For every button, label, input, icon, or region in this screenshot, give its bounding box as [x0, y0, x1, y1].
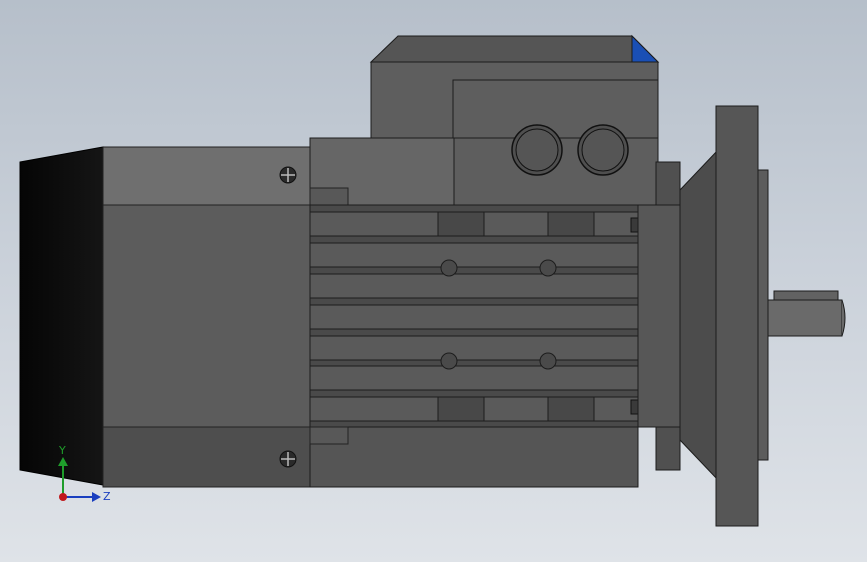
output-shaft: [767, 299, 843, 337]
cooling-fins: [309, 211, 639, 422]
end-shield: [637, 204, 684, 428]
motor-housing-top: [102, 146, 311, 206]
triad-origin: [59, 493, 67, 501]
shaft-key: [773, 290, 839, 301]
cable-gland-right: [577, 124, 629, 176]
mounting-flange: [715, 105, 759, 527]
cable-gland-left: [511, 124, 563, 176]
cad-viewport[interactable]: Y Z: [0, 0, 867, 562]
motor-model: Y Z: [19, 34, 846, 527]
housing-screw-bottom: [279, 450, 297, 468]
terminal-box-upper: [370, 61, 659, 139]
terminal-box-lid-corner: [631, 34, 660, 63]
triad-y-label: Y: [58, 444, 66, 457]
triad-z-label: Z: [103, 490, 111, 503]
terminal-box-lid: [369, 35, 660, 63]
motor-housing-middle: [102, 204, 311, 428]
fan-cover: [19, 146, 104, 486]
housing-screw-top: [279, 166, 297, 184]
motor-housing-bottom: [102, 426, 311, 488]
